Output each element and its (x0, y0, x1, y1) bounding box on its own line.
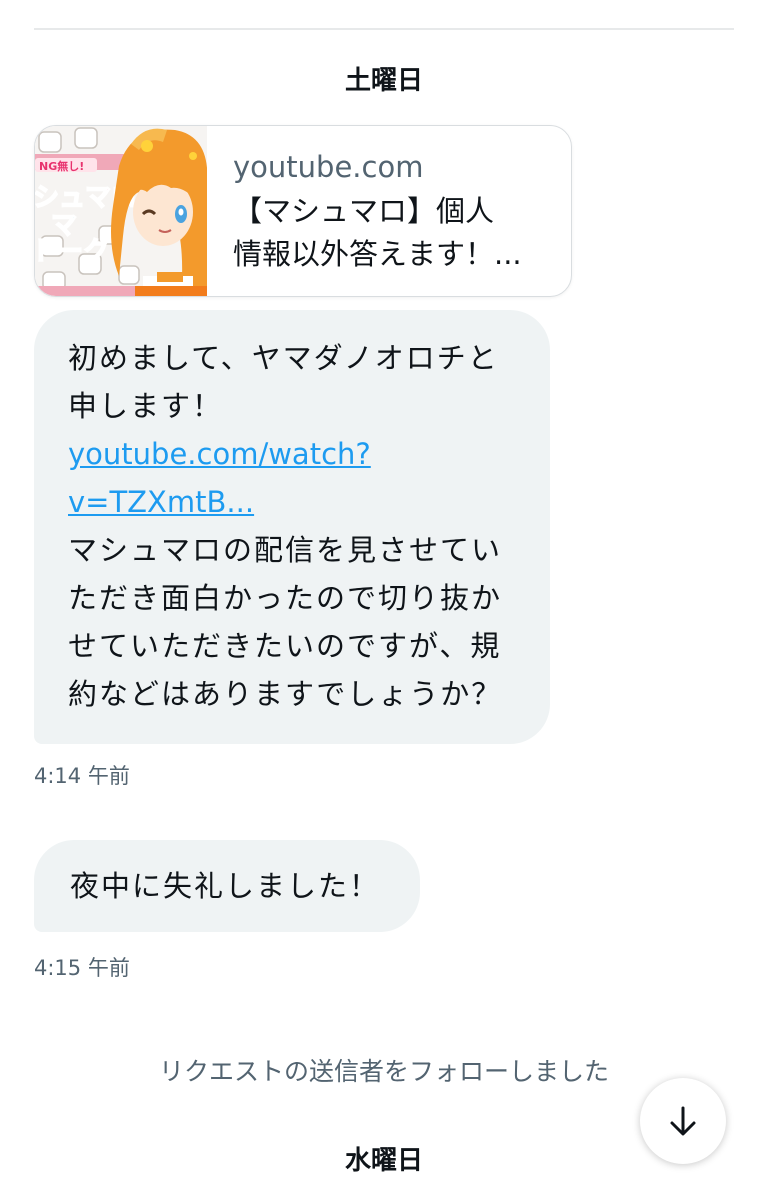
link-card-domain: youtube.com (233, 150, 424, 184)
dm-conversation-screen[interactable]: 土曜日 NG無し! シュマロ マ トーク youtube.com 【マシュマロ】… (0, 0, 768, 1200)
message-text-part: マシュマロの配信を見させていただき面白かったので切り抜かせていただきたいのですが… (68, 533, 503, 711)
message-link[interactable]: youtube.com/watch? v=TZXmtB... (68, 437, 371, 519)
link-card-title-line: 情報以外答えます！... (233, 237, 522, 271)
message-link-part[interactable]: youtube.com/watch? (68, 437, 371, 471)
link-preview-card[interactable]: NG無し! シュマロ マ トーク youtube.com 【マシュマロ】個人 情… (34, 125, 572, 297)
message-text: 夜中に失礼しました！ (70, 869, 381, 903)
message-text: 初めまして、ヤマダノオロチと申します！ youtube.com/watch? v=… (68, 334, 528, 718)
link-card-title-line: 【マシュマロ】個人 (233, 194, 495, 228)
message-link-part[interactable]: v=TZXmtB... (68, 485, 254, 519)
link-card-text: youtube.com 【マシュマロ】個人 情報以外答えます！... (233, 148, 563, 276)
message-timestamp: 4:15 午前 (34, 956, 130, 980)
system-message: リクエストの送信者をフォローしました (158, 1057, 609, 1086)
video-thumbnail[interactable]: NG無し! シュマロ マ トーク (35, 126, 207, 296)
message-bubble[interactable]: 夜中に失礼しました！ (34, 840, 420, 932)
thumbnail-text-3: トーク (35, 237, 109, 267)
message-timestamp: 4:14 午前 (34, 764, 130, 788)
arrow-down-icon (670, 1106, 696, 1136)
thumbnail-illustration: NG無し! シュマロ マ トーク (35, 126, 207, 296)
scroll-to-bottom-button[interactable] (640, 1078, 726, 1164)
thumbnail-banner-text: NG無し! (39, 159, 84, 173)
link-card-title: 【マシュマロ】個人 情報以外答えます！... (233, 190, 563, 276)
message-text-part: 初めまして、ヤマダノオロチと申します！ (68, 341, 499, 423)
message-bubble[interactable]: 初めまして、ヤマダノオロチと申します！ youtube.com/watch? v=… (34, 310, 550, 744)
day-separator-saturday: 土曜日 (344, 66, 423, 96)
top-divider (34, 28, 734, 30)
